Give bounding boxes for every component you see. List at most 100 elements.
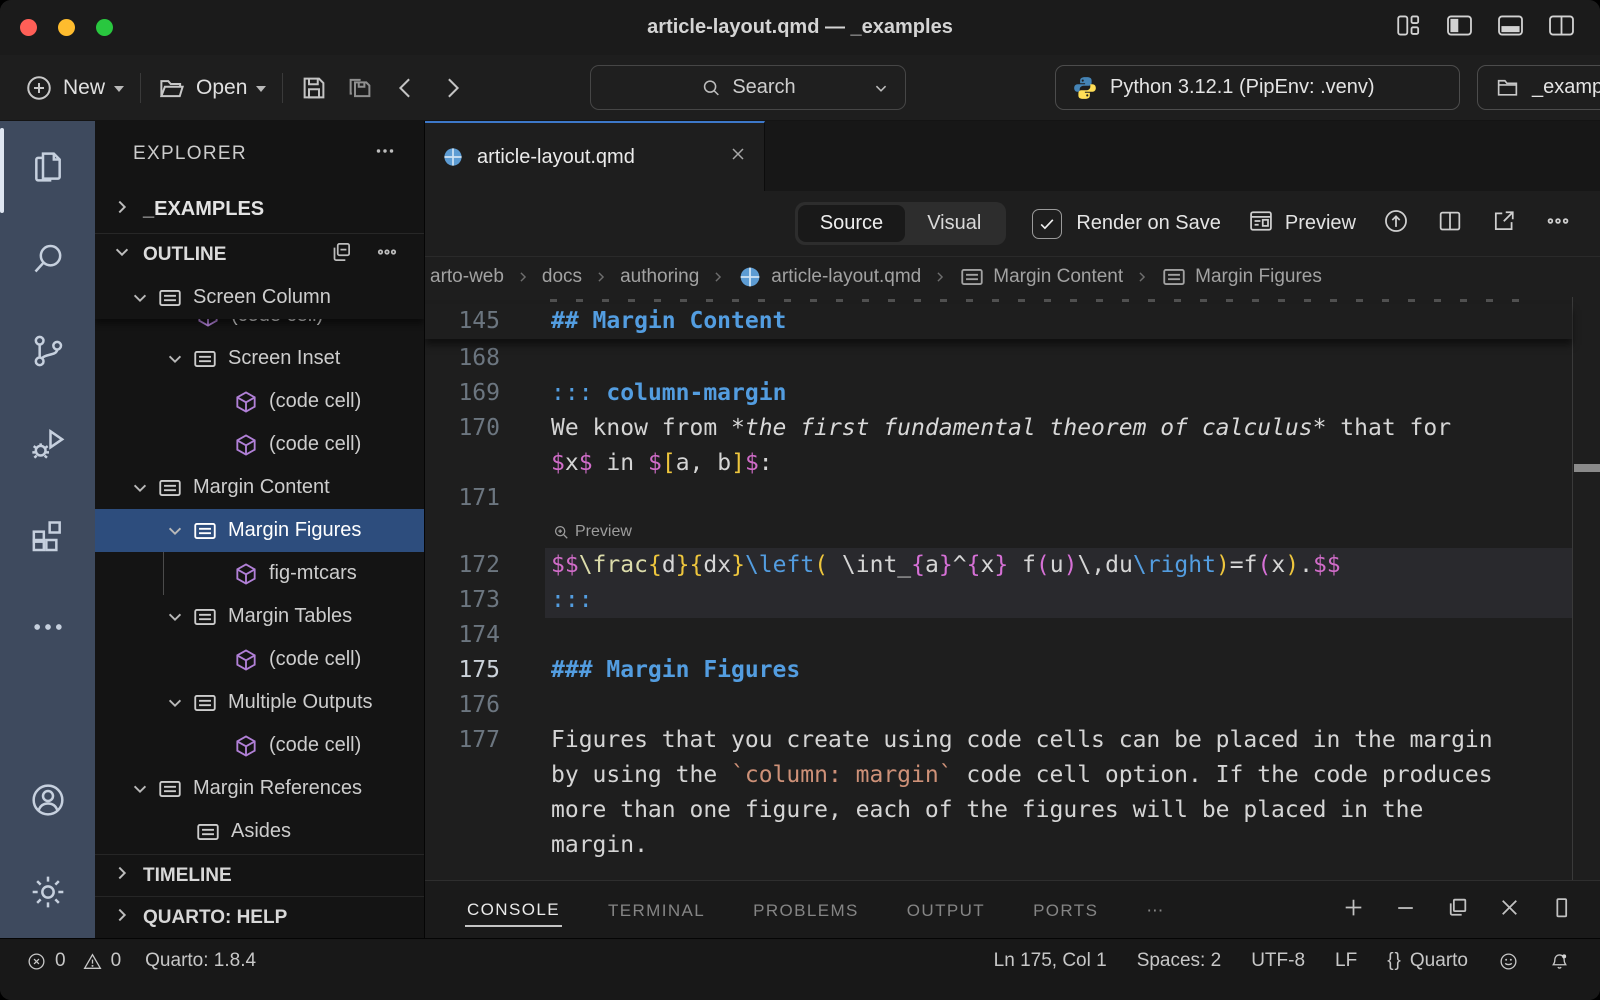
outline-item-code-cell[interactable]: (code cell) [95, 319, 424, 337]
outline-item-multiple-outputs[interactable]: Multiple Outputs [95, 681, 424, 724]
save-all-icon[interactable] [345, 73, 375, 103]
toggle-left-sidebar-icon[interactable] [1445, 11, 1474, 45]
toggle-right-sidebar-icon[interactable] [1547, 11, 1576, 45]
chevron-down-icon[interactable] [123, 475, 157, 501]
code-line-169[interactable]: 169::: column-margin [425, 376, 1572, 411]
outline-item-asides[interactable]: Asides [95, 810, 424, 853]
render-on-save-checkbox[interactable] [1032, 209, 1062, 239]
collapse-all-icon[interactable] [328, 239, 354, 271]
minimize-window-button[interactable] [58, 19, 75, 36]
problems-status[interactable]: 0 0 [26, 950, 121, 972]
close-panel-icon[interactable] [1497, 895, 1522, 925]
code-line-wrap[interactable]: by using the `column: margin` code cell … [425, 758, 1572, 793]
mode-visual-button[interactable]: Visual [905, 205, 1003, 242]
sidebar-item-more[interactable] [0, 581, 95, 673]
cursor-position-status[interactable]: Ln 175, Col 1 [994, 950, 1107, 972]
panel-layout-icon[interactable] [1549, 895, 1574, 925]
outline-item-margin-content[interactable]: Margin Content [95, 466, 424, 509]
eol-status[interactable]: LF [1335, 950, 1357, 972]
mode-source-button[interactable]: Source [798, 205, 905, 242]
minimize-panel-icon[interactable] [1393, 895, 1418, 925]
quarto-help-section-header[interactable]: QUARTO: HELP [95, 896, 424, 938]
open-in-new-window-icon[interactable] [1490, 207, 1518, 240]
code-line-wrap[interactable]: margin. [425, 828, 1572, 863]
panel-tab-ports[interactable]: PORTS [1031, 894, 1100, 926]
preview-button[interactable]: Preview [1247, 207, 1356, 241]
code-line-wrap[interactable]: $x$ in $[a, b]$: [425, 446, 1572, 481]
code-line-170[interactable]: 170We know from *the first fundamental t… [425, 411, 1572, 446]
encoding-status[interactable]: UTF-8 [1251, 950, 1305, 972]
chevron-down-icon[interactable] [123, 776, 157, 802]
outline-item-margin-figures[interactable]: Margin Figures [95, 509, 424, 552]
outline-item-screen-column[interactable]: Screen Column [95, 276, 424, 319]
breadcrumb-item-margin-content[interactable]: Margin Content [959, 264, 1123, 290]
breadcrumb-item-margin-figures[interactable]: Margin Figures [1161, 264, 1322, 290]
sidebar-item-search[interactable] [0, 213, 95, 305]
code-line-wrap[interactable]: more than one figure, each of the figure… [425, 793, 1572, 828]
navigate-back-icon[interactable] [391, 73, 421, 103]
search-input[interactable]: Search [590, 65, 906, 110]
breadcrumb-item-docs[interactable]: docs [542, 266, 582, 288]
publish-icon[interactable] [1382, 207, 1410, 240]
outline-item-margin-tables[interactable]: Margin Tables [95, 595, 424, 638]
panel-tab-console[interactable]: CONSOLE [465, 893, 562, 927]
code-line-177[interactable]: 177Figures that you create using code ce… [425, 723, 1572, 758]
panel-tab-output[interactable]: OUTPUT [905, 894, 987, 926]
outline-more-actions-icon[interactable] [374, 239, 400, 271]
language-mode-status[interactable]: {} Quarto [1387, 950, 1468, 972]
code-editor[interactable]: 145## Margin Content168169::: column-mar… [425, 297, 1600, 880]
quarto-version-status[interactable]: Quarto: 1.8.4 [145, 950, 256, 972]
open-button[interactable]: Open [157, 73, 266, 103]
sidebar-item-run-debug[interactable] [0, 397, 95, 489]
panel-tab-problems[interactable]: PROBLEMS [751, 894, 861, 926]
code-line-168[interactable]: 168 [425, 341, 1572, 376]
feedback-button[interactable] [1498, 951, 1519, 972]
chevron-down-icon[interactable] [123, 285, 157, 311]
explorer-more-actions-icon[interactable] [372, 138, 398, 170]
chevron-down-icon[interactable] [158, 690, 192, 716]
close-tab-icon[interactable] [728, 144, 748, 170]
code-line-174[interactable]: 174 [425, 618, 1572, 653]
chevron-down-icon[interactable] [158, 604, 192, 630]
outline-item-code-cell[interactable]: (code cell) [95, 724, 424, 767]
outline-item-fig-mtcars[interactable]: fig-mtcars [95, 552, 424, 595]
navigate-forward-icon[interactable] [437, 73, 467, 103]
outline-item-code-cell[interactable]: (code cell) [95, 638, 424, 681]
panel-tab-terminal[interactable]: TERMINAL [606, 894, 707, 926]
render-on-save-control[interactable]: Render on Save [1032, 209, 1221, 239]
outline-item-code-cell[interactable]: (code cell) [95, 423, 424, 466]
split-editor-icon[interactable] [1436, 207, 1464, 240]
code-line-175[interactable]: 175### Margin Figures [425, 653, 1572, 688]
zoom-window-button[interactable] [96, 19, 113, 36]
account-button[interactable] [0, 754, 95, 846]
settings-button[interactable] [0, 846, 95, 938]
workspace-section-header[interactable]: _EXAMPLES [95, 186, 424, 233]
sidebar-item-extensions[interactable] [0, 489, 95, 581]
code-line-171[interactable]: 171 [425, 481, 1572, 516]
breadcrumb-item-arto-web[interactable]: arto-web [430, 266, 504, 288]
save-icon[interactable] [299, 73, 329, 103]
outline-section-header[interactable]: OUTLINE [95, 233, 424, 276]
code-line-145[interactable]: 145## Margin Content [425, 304, 1572, 339]
sidebar-item-explorer[interactable] [0, 121, 95, 213]
customize-layout-icon[interactable] [1394, 11, 1423, 45]
outline-item-margin-references[interactable]: Margin References [95, 767, 424, 810]
breadcrumb-item-article-layout-qmd[interactable]: article-layout.qmd [737, 264, 921, 290]
outline-item-screen-inset[interactable]: Screen Inset [95, 337, 424, 380]
chevron-down-icon[interactable] [158, 346, 192, 372]
preview-codelens[interactable]: Preview [551, 516, 1572, 548]
indentation-status[interactable]: Spaces: 2 [1137, 950, 1222, 972]
breadcrumb-item-authoring[interactable]: authoring [620, 266, 699, 288]
workspace-folder-button[interactable]: _examples [1477, 65, 1600, 110]
restore-panel-icon[interactable] [1445, 895, 1470, 925]
panel-more-tabs-icon[interactable]: ⋯ [1144, 894, 1166, 926]
interpreter-selector[interactable]: Python 3.12.1 (PipEnv: .venv) [1055, 65, 1460, 110]
outline-item-code-cell[interactable]: (code cell) [95, 380, 424, 423]
code-line-173[interactable]: 173::: [425, 583, 1572, 618]
code-line-176[interactable]: 176 [425, 688, 1572, 723]
timeline-section-header[interactable]: TIMELINE [95, 854, 424, 896]
sidebar-item-source-control[interactable] [0, 305, 95, 397]
new-button[interactable]: New [24, 73, 124, 103]
code-line-172[interactable]: 172$$\frac{d}{dx}\left( \int_{a}^{x} f(u… [425, 548, 1572, 583]
add-icon[interactable] [1341, 895, 1366, 925]
